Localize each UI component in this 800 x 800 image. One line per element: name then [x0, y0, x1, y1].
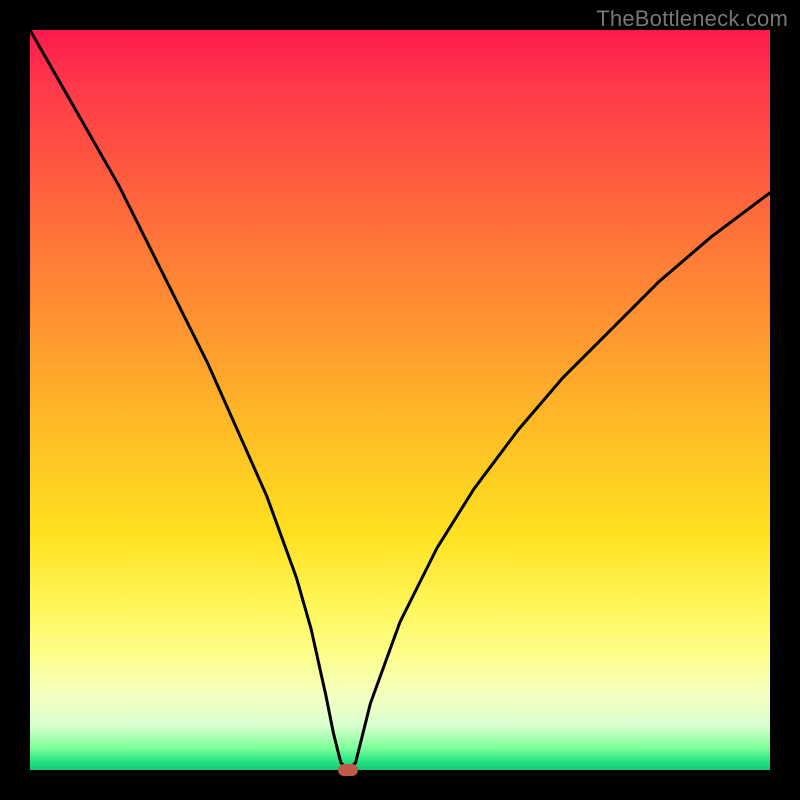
watermark-text: TheBottleneck.com: [596, 6, 788, 32]
chart-frame: TheBottleneck.com: [0, 0, 800, 800]
curve-svg: [30, 30, 770, 770]
bottleneck-curve-path: [30, 30, 770, 770]
plot-area: [30, 30, 770, 770]
minimum-marker: [338, 764, 358, 776]
